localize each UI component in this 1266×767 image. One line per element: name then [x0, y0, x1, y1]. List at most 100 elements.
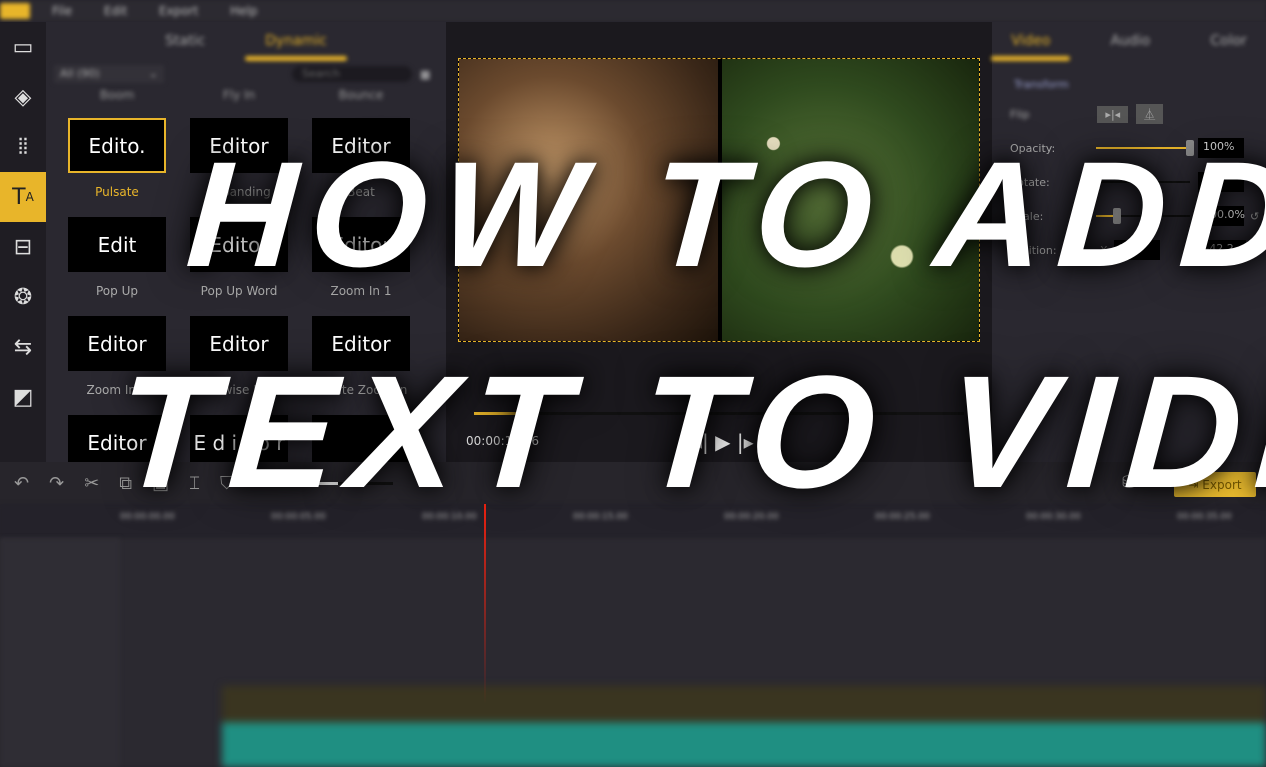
effect-label: Zoom In 2 [86, 383, 148, 397]
effect-item[interactable]: Editor Expanding [190, 118, 288, 217]
tab-static[interactable]: Static [155, 27, 215, 55]
delete-icon[interactable]: ▣ [152, 473, 169, 494]
x-label: X [1100, 243, 1108, 257]
ruler-tick-label: 00:00:10.00 [422, 512, 477, 522]
sticker-icon[interactable]: ◩ [0, 372, 46, 422]
play-icon[interactable]: ▶ [715, 430, 730, 454]
split-icon[interactable]: ⌶ [189, 473, 200, 494]
playback-progress-bar[interactable] [474, 412, 964, 415]
effect-label: Pulsate [95, 185, 139, 199]
scale-slider[interactable] [1096, 208, 1190, 224]
track-headers [0, 538, 120, 767]
ruler-tick-label: 00:00:30.00 [1026, 512, 1081, 522]
effect-item[interactable]: Editor Zoom In 1 [312, 217, 410, 316]
effect-thumbnail: Edit [68, 217, 166, 272]
search-input[interactable]: Search [292, 66, 412, 82]
chevron-down-icon: ⌄ [148, 67, 158, 80]
flip-horizontal-button[interactable]: ▸|◂ [1097, 105, 1129, 123]
category-dropdown[interactable]: All (90) ⌄ [54, 65, 164, 83]
marker-icon[interactable]: ⛉ [220, 473, 234, 494]
ruler-tick-label: 00:00:05.00 [271, 512, 326, 522]
layers-icon[interactable]: ◈ [0, 72, 46, 122]
reset-icon[interactable]: ↺ [1252, 244, 1261, 257]
reset-icon[interactable]: ↺ [1250, 210, 1259, 223]
grid-view-icon[interactable]: ▦ [420, 68, 430, 81]
render-icon[interactable]: ⛁ [1122, 472, 1137, 493]
ruler-tick-label: 00:00:35.00 [1177, 512, 1232, 522]
effect-thumbnail: Editor [312, 316, 410, 371]
effect-item[interactable]: Editor Clockwise Rotat... [190, 316, 288, 415]
effect-item[interactable]: Editor Zoom In 2 [68, 316, 166, 415]
current-time: 00:00:12.16 [466, 434, 539, 448]
filters-icon[interactable]: ❂ [0, 272, 46, 322]
preview-panel: 00:00:12.16 ◂| ▶ |▸ [446, 22, 992, 462]
tab-dynamic[interactable]: Dynamic [245, 27, 347, 61]
export-button[interactable]: ⇥ Export [1174, 472, 1256, 497]
copy-icon[interactable]: ⧉ [119, 473, 132, 494]
effect-label: Pop Up Word [200, 284, 278, 298]
effect-label: Rotate Zoom In [314, 383, 408, 397]
ruler-tick-label: 00:00:25.00 [875, 512, 930, 522]
audio-wave-icon[interactable]: ⦙⦙ [0, 122, 46, 172]
opacity-value[interactable]: 100% [1198, 138, 1244, 158]
rotate-slider[interactable] [1092, 174, 1190, 190]
left-sidebar: ▭ ◈ ⦙⦙ TA ⊟ ❂ ⇆ ◩ [0, 22, 46, 462]
playhead[interactable] [484, 504, 486, 704]
section-title: Transform [1014, 78, 1069, 91]
menu-edit[interactable]: Edit [104, 4, 127, 18]
effect-label: Beat [347, 185, 375, 199]
rotate-label: Rotate: [1010, 175, 1050, 189]
effect-label: Clockwise Rotat... [190, 383, 288, 397]
menu-export[interactable]: Export [159, 4, 198, 18]
undo-icon[interactable]: ↶ [14, 473, 29, 494]
effect-label: Boom [99, 88, 135, 102]
folder-icon[interactable]: ▭ [0, 22, 46, 72]
effect-item[interactable]: Edit Pop Up [68, 217, 166, 316]
redo-icon[interactable]: ↷ [49, 473, 64, 494]
dropdown-value: All (90) [60, 67, 100, 80]
video-canvas[interactable] [458, 58, 980, 342]
position-y-input[interactable]: -42.2 [1200, 240, 1247, 260]
timeline-clip[interactable] [222, 686, 1266, 767]
cut-icon[interactable]: ✂ [84, 473, 99, 494]
export-label: Export [1202, 477, 1242, 492]
effect-item[interactable]: Editor Beat [312, 118, 410, 217]
text-icon[interactable]: TA [0, 172, 46, 222]
next-frame-icon[interactable]: |▸ [737, 430, 754, 454]
timeline-ruler[interactable]: 00:00:00.00 00:00:05.00 00:00:10.00 00:00:1… [0, 504, 1266, 538]
rotate-value[interactable]: 0° [1198, 172, 1244, 192]
ruler-tick-label: 00:00:20.00 [724, 512, 779, 522]
export-icon: ⇥ [1188, 477, 1203, 492]
position-x-input[interactable]: 3.6 [1113, 240, 1160, 260]
title-bar: File Edit Export Help [0, 0, 1266, 22]
video-clip-fireplace [459, 59, 718, 341]
properties-panel: Video Audio Color Transform Flip ▸|◂ ⏅ O… [991, 22, 1266, 462]
ruler-tick-label: 00:00:00.00 [120, 512, 175, 522]
scale-value[interactable]: 100.0% [1198, 206, 1245, 226]
tab-audio[interactable]: Audio [1100, 27, 1160, 55]
menu-file[interactable]: File [52, 4, 72, 18]
effect-item[interactable]: Editor Rotate Zoom In [312, 316, 410, 415]
effect-label: Fly In [222, 88, 256, 102]
effect-item[interactable]: Edito. Pulsate [68, 118, 166, 217]
menu-help[interactable]: Help [230, 4, 257, 18]
template-icon[interactable]: ⊟ [0, 222, 46, 272]
video-clip-christmas-tree [722, 59, 979, 341]
effect-thumbnail: Edito. [68, 118, 166, 173]
effect-thumbnail: Editor [312, 217, 410, 272]
tab-video[interactable]: Video [991, 27, 1071, 61]
flip-vertical-button[interactable]: ⏅ [1136, 104, 1164, 124]
transitions-icon[interactable]: ⇆ [0, 322, 46, 372]
opacity-label: Opacity: [1010, 141, 1056, 155]
effect-label: Pop Up [96, 284, 138, 298]
effect-item[interactable]: Editor Pop Up Word [190, 217, 288, 316]
effect-thumbnail: Editor [190, 316, 288, 371]
effect-label: Bounce [338, 88, 384, 102]
opacity-slider[interactable] [1096, 140, 1194, 156]
tab-color[interactable]: Color [1200, 27, 1257, 55]
playback-controls: ◂| ▶ |▸ [692, 430, 754, 454]
previous-frame-icon[interactable]: ◂| [692, 430, 709, 454]
app-logo [0, 3, 30, 19]
zoom-slider[interactable] [293, 481, 394, 485]
timeline-toolbar: ↶ ↷ ✂ ⧉ ▣ ⌶ ⛉ [0, 462, 1266, 504]
